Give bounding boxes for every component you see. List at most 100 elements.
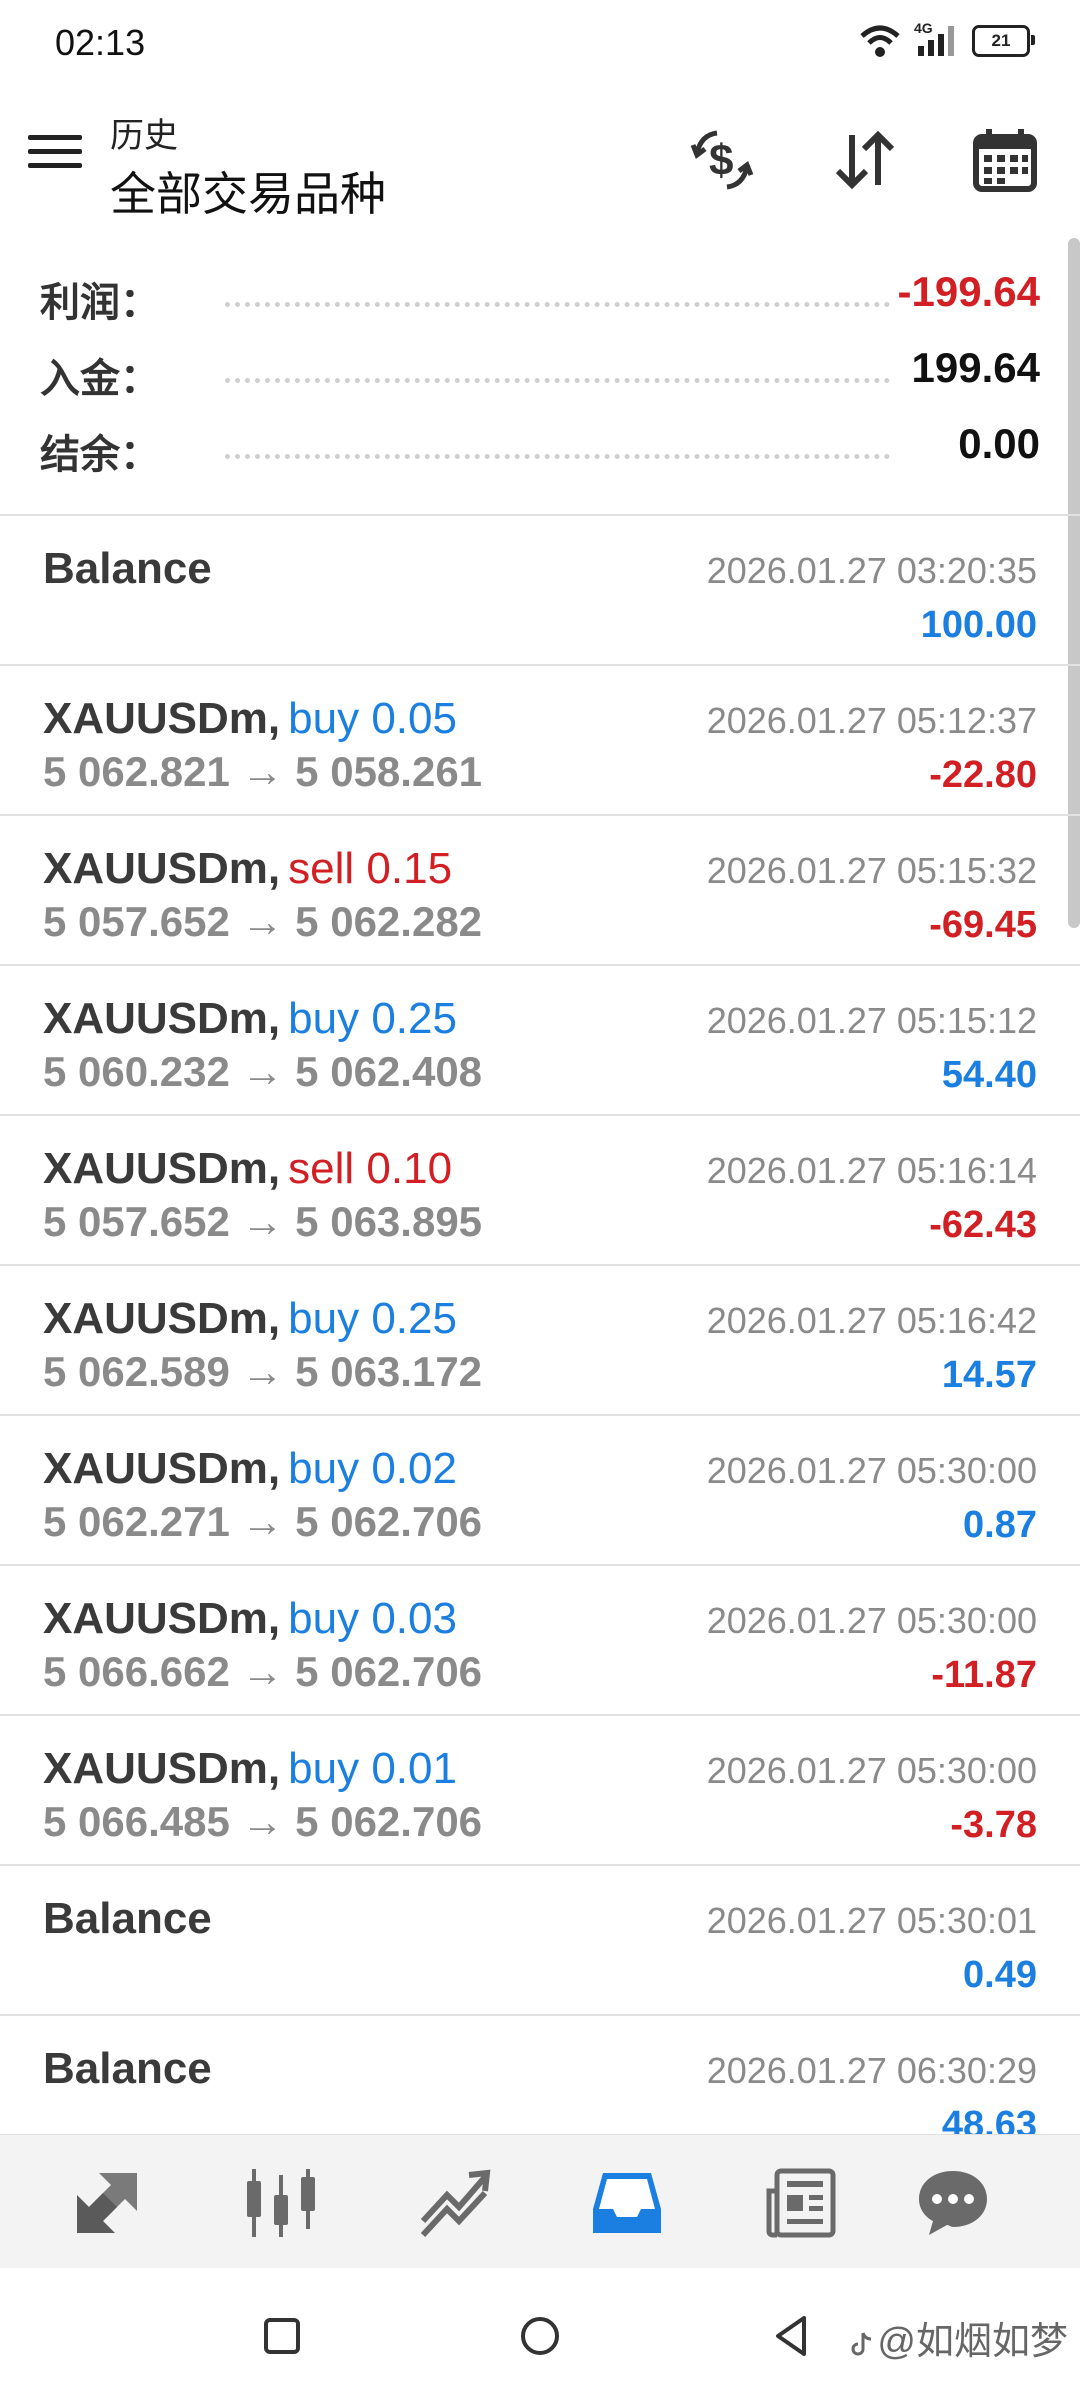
row-amount: -69.45 [929, 904, 1037, 946]
row-timestamp: 2026.01.27 06:30:29 [706, 2050, 1037, 2091]
row-title: Balance [43, 1894, 212, 1943]
row-amount: -3.78 [950, 1804, 1037, 1846]
home-button[interactable] [510, 2306, 570, 2366]
trade-row[interactable]: 5 062.821 → 5 058.261 XAUUSDm, buy 0.05 202… [0, 666, 1080, 816]
summary-profit-row: 利润： -199.64 [0, 262, 1080, 338]
system-navigation-bar: @如烟如梦 [0, 2268, 1080, 2400]
trade-row[interactable]: 5 066.662 → 5 062.706 XAUUSDm, buy 0.03 202… [0, 1566, 1080, 1716]
row-title: Balance [43, 2044, 212, 2093]
symbol-filter[interactable]: 全部交易品种 [110, 158, 386, 224]
nav-trade[interactable] [410, 2161, 500, 2245]
trade-row[interactable]: 5 057.652 → 5 063.895 XAUUSDm, sell 0.10 20… [0, 1116, 1080, 1266]
trade-volume: buy 0.05 [288, 694, 457, 743]
row-timestamp: 2026.01.27 05:16:14 [706, 1150, 1037, 1191]
summary-panel: 利润： -199.64 入金： 199.64 结余： 0.00 [0, 262, 1080, 490]
summary-balance-row: 结余： 0.00 [0, 414, 1080, 490]
row-timestamp: 2026.01.27 05:16:42 [706, 1300, 1037, 1341]
row-timestamp: 2026.01.27 05:12:37 [706, 700, 1037, 741]
trade-row[interactable]: 5 057.652 → 5 062.282 XAUUSDm, sell 0.15 20… [0, 816, 1080, 966]
row-timestamp: 2026.01.27 05:30:00 [706, 1600, 1037, 1641]
wifi-icon [860, 25, 900, 57]
symbol-label: XAUUSDm, [43, 1744, 281, 1793]
price-range: 5 062.589 → 5 063.172 [43, 1348, 483, 1395]
price-range: 5 062.271 → 5 062.706 [43, 1498, 483, 1545]
row-amount: 14.57 [941, 1354, 1037, 1396]
app-header: 历史 全部交易品种 $ [0, 90, 1080, 230]
row-title: XAUUSDm, buy 0.02 [43, 1444, 457, 1494]
summary-label: 利润： [40, 281, 160, 325]
trade-trend-icon [420, 2169, 491, 2238]
symbol-label: XAUUSDm, [43, 1444, 281, 1493]
battery-icon: 21 [972, 25, 1035, 57]
row-amount: 54.40 [941, 1054, 1037, 1096]
trade-volume: buy 0.03 [288, 1594, 457, 1643]
calendar-button[interactable] [965, 120, 1045, 200]
row-title: XAUUSDm, sell 0.15 [43, 844, 452, 894]
recents-button[interactable] [252, 2306, 312, 2366]
row-title: XAUUSDm, sell 0.10 [43, 1144, 452, 1194]
price-range: 5 057.652 → 5 063.895 [43, 1198, 483, 1245]
trade-volume: buy 0.25 [288, 1294, 457, 1343]
row-title: XAUUSDm, buy 0.05 [43, 694, 457, 744]
symbol-label: XAUUSDm, [43, 694, 281, 743]
dotted-leader [225, 378, 890, 383]
candlestick-chart-icon [247, 2169, 315, 2237]
row-amount: -22.80 [929, 754, 1037, 796]
svg-text:$: $ [709, 136, 733, 185]
watermark: @如烟如梦 [847, 2310, 1068, 2365]
row-amount: 0.87 [963, 1504, 1037, 1546]
balance-row[interactable]: Balance 2026.01.27 05:30:01 0.49 [0, 1866, 1080, 2016]
status-icons: 4G 21 [860, 20, 1035, 58]
summary-label: 入金： [40, 357, 160, 401]
balance-row[interactable]: Balance 2026.01.27 06:30:29 48.63 [0, 2016, 1080, 2136]
price-range: 5 060.232 → 5 062.408 [43, 1048, 483, 1095]
symbol-label: XAUUSDm, [43, 1294, 281, 1343]
quotes-icon [77, 2173, 137, 2233]
row-timestamp: 2026.01.27 05:30:00 [706, 1750, 1037, 1791]
currency-exchange-button[interactable]: $ [682, 120, 762, 200]
sort-arrows-icon [835, 130, 895, 190]
nav-quotes[interactable] [62, 2161, 152, 2245]
symbol-label: XAUUSDm, [43, 1144, 281, 1193]
row-title: XAUUSDm, buy 0.25 [43, 1294, 457, 1344]
row-amount: 0.49 [963, 1954, 1037, 1996]
symbol-label: XAUUSDm, [43, 844, 281, 893]
trade-row[interactable]: 5 062.271 → 5 062.706 XAUUSDm, buy 0.02 202… [0, 1416, 1080, 1566]
balance-row[interactable]: Balance 2026.01.27 03:20:35 100.00 [0, 516, 1080, 666]
summary-label: 结余： [40, 433, 160, 477]
watermark-text: @如烟如梦 [877, 2321, 1068, 2363]
back-button[interactable] [762, 2306, 822, 2366]
history-inbox-icon [593, 2173, 661, 2233]
nav-history[interactable] [582, 2161, 672, 2245]
trade-volume: buy 0.25 [288, 994, 457, 1043]
nav-messages[interactable] [908, 2161, 998, 2245]
price-range: 5 066.485 → 5 062.706 [43, 1798, 483, 1845]
currency-exchange-icon: $ [690, 130, 754, 190]
circle-icon [521, 2317, 559, 2355]
tiktok-logo-icon [851, 2332, 872, 2356]
chat-icon [919, 2171, 987, 2235]
price-range: 5 062.821 → 5 058.261 [43, 748, 483, 795]
row-title: Balance [43, 544, 212, 593]
row-amount: 100.00 [920, 604, 1037, 646]
battery-level: 21 [991, 31, 1011, 50]
history-list: Balance 2026.01.27 03:20:35 100.00 5 062.82… [0, 514, 1080, 2136]
status-bar: 02:13 4G 21 [0, 0, 1080, 90]
nav-chart[interactable] [236, 2161, 326, 2245]
row-timestamp: 2026.01.27 03:20:35 [706, 550, 1037, 591]
trade-row[interactable]: 5 060.232 → 5 062.408 XAUUSDm, buy 0.25 202… [0, 966, 1080, 1116]
summary-value: 0.00 [958, 420, 1040, 467]
trade-row[interactable]: 5 066.485 → 5 062.706 XAUUSDm, buy 0.01 202… [0, 1716, 1080, 1866]
trade-row[interactable]: 5 062.589 → 5 063.172 XAUUSDm, buy 0.25 202… [0, 1266, 1080, 1416]
symbol-label: XAUUSDm, [43, 994, 281, 1043]
square-icon [264, 2318, 300, 2354]
summary-deposit-row: 入金： 199.64 [0, 338, 1080, 414]
trade-volume: buy 0.01 [288, 1744, 457, 1793]
menu-button[interactable] [28, 135, 82, 185]
sort-button[interactable] [825, 120, 905, 200]
trade-volume: sell 0.10 [288, 1144, 453, 1193]
row-amount: -62.43 [929, 1204, 1037, 1246]
dotted-leader [225, 302, 890, 307]
row-amount: -11.87 [931, 1654, 1037, 1696]
nav-news[interactable] [756, 2161, 846, 2245]
